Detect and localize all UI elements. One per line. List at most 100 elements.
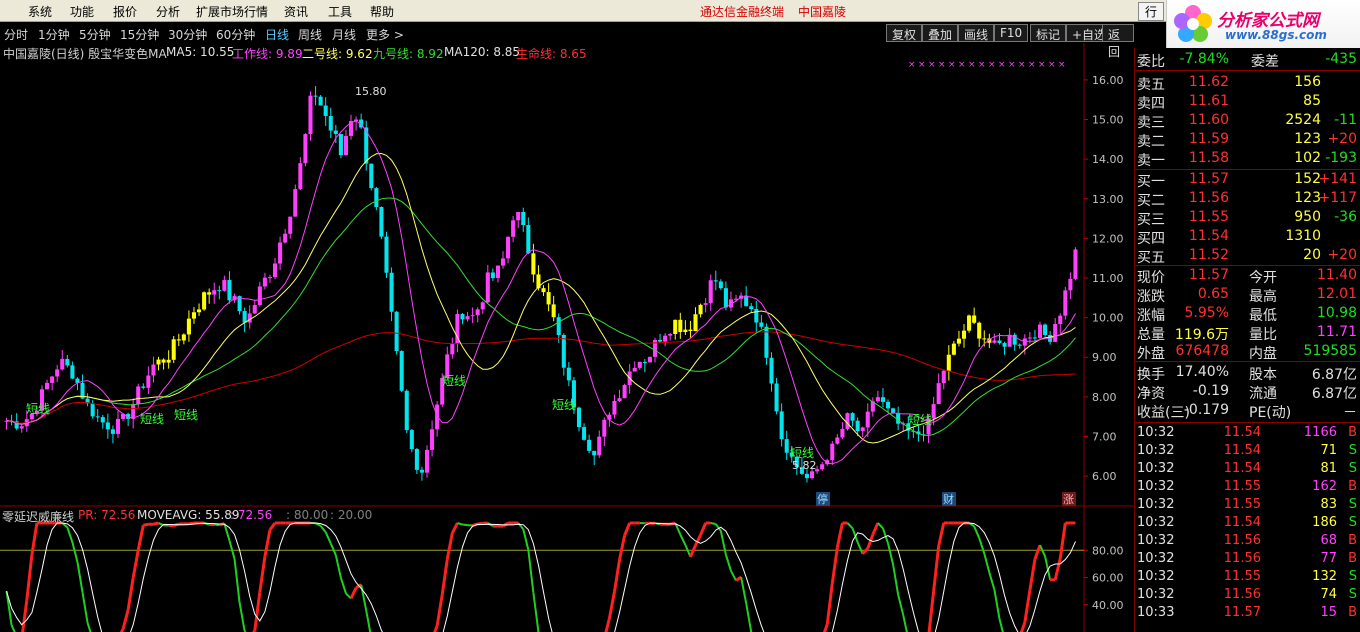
williams-segment xyxy=(1033,544,1042,560)
mark-button[interactable]: 标记 xyxy=(1030,24,1067,42)
menu-help[interactable]: 帮助 xyxy=(370,3,394,20)
f10-button[interactable]: F10 xyxy=(994,24,1029,42)
period-tab-intraday[interactable]: 分时 xyxy=(4,26,28,43)
tick-side: B xyxy=(1348,551,1357,566)
bid-label: 买五 xyxy=(1137,250,1165,266)
bid-price: 11.54 xyxy=(1188,228,1229,244)
menu-quote[interactable]: 报价 xyxy=(113,3,137,20)
williams-segment xyxy=(334,554,342,579)
williams-segment xyxy=(618,535,627,561)
ask-change: -11 xyxy=(1334,112,1357,128)
candle-body xyxy=(303,134,308,164)
stat-value: 11.40 xyxy=(1316,267,1357,283)
stat-value: 11.57 xyxy=(1188,267,1229,283)
candle-body xyxy=(982,338,987,340)
adjust-button[interactable]: 复权 xyxy=(886,24,923,42)
fund-row: 净资 -0.19 流通 6.87亿 xyxy=(1135,382,1360,402)
williams-segment xyxy=(856,541,864,555)
candle-body xyxy=(308,95,313,135)
short-line-label: 短线 xyxy=(552,398,576,412)
williams-segment xyxy=(268,522,277,531)
candle-body xyxy=(1032,337,1037,339)
period-tab-weekly[interactable]: 周线 xyxy=(298,26,322,43)
bid-change: +141 xyxy=(1318,171,1357,187)
williams-segment xyxy=(10,624,16,632)
period-tab-daily[interactable]: 日线 xyxy=(265,26,289,43)
bid-change: +117 xyxy=(1318,190,1357,206)
williams-segment xyxy=(126,577,135,611)
menu-extended-market[interactable]: 扩展市场行情 xyxy=(196,3,268,20)
tick-row: 10:32 11.55 162 B xyxy=(1135,478,1360,496)
tick-side: B xyxy=(1348,425,1357,440)
williams-segment xyxy=(445,532,454,560)
candle-body xyxy=(561,334,566,368)
candle-body xyxy=(19,426,24,429)
menu-analysis[interactable]: 分析 xyxy=(156,3,180,20)
candle-body xyxy=(161,359,166,363)
williams-segment xyxy=(228,540,236,560)
period-tab-monthly[interactable]: 月线 xyxy=(332,26,356,43)
tick-row: 10:32 11.56 77 B xyxy=(1135,550,1360,568)
period-tab-5min[interactable]: 5分钟 xyxy=(79,26,111,43)
candle-body xyxy=(992,340,997,343)
ask-label: 卖四 xyxy=(1137,96,1165,112)
stat-label: 涨跌 xyxy=(1137,289,1165,305)
candle-body xyxy=(389,272,394,312)
quote-button[interactable]: 行 xyxy=(1138,2,1164,21)
candle-body xyxy=(997,340,1002,344)
y-tick-label: 7.00 xyxy=(1092,430,1117,443)
tick-time: 10:32 xyxy=(1137,551,1175,566)
signal-marker: × xyxy=(948,60,956,70)
tick-time: 10:32 xyxy=(1137,497,1175,512)
quote-panel: 委比 -7.84% 委差 -435 卖五 11.62 156 卖四 11.61 85 卖三 11.60… xyxy=(1134,48,1360,632)
menu-system[interactable]: 系统 xyxy=(28,3,52,20)
candle-body xyxy=(394,311,399,352)
candle-body xyxy=(804,473,809,479)
period-tab-15min[interactable]: 15分钟 xyxy=(120,26,159,43)
williams-segment xyxy=(689,544,697,558)
candle-body xyxy=(156,359,161,365)
candle-body xyxy=(323,105,328,117)
period-tab-1min[interactable]: 1分钟 xyxy=(38,26,70,43)
candle-body xyxy=(617,398,622,401)
williams-segment xyxy=(339,577,347,594)
candle-body xyxy=(100,417,105,423)
candle-body xyxy=(141,386,146,388)
williams-segment xyxy=(143,522,149,527)
draw-line-button[interactable]: 画线 xyxy=(958,24,995,42)
back-button[interactable]: 返回 xyxy=(1102,24,1134,59)
period-tab-30min[interactable]: 30分钟 xyxy=(168,26,207,43)
candle-body xyxy=(592,450,597,456)
candle-body xyxy=(678,319,683,333)
menu-function[interactable]: 功能 xyxy=(70,3,94,20)
williams-segment xyxy=(136,524,145,551)
stock-name: 中国嘉陵 xyxy=(798,5,847,19)
signal-marker: × xyxy=(988,60,996,70)
ask-price: 11.62 xyxy=(1188,74,1229,90)
stat-row: 涨幅 5.95% 最低 10.98 xyxy=(1135,304,1360,324)
period-tab-more[interactable]: 更多 > xyxy=(366,26,404,43)
candle-body xyxy=(850,413,855,421)
candle-body xyxy=(885,401,891,409)
tick-side: S xyxy=(1348,587,1357,602)
fund-row: 收益(三) -0.179 PE(动) － xyxy=(1135,401,1360,421)
signal-marker: × xyxy=(1038,60,1046,70)
period-tab-60min[interactable]: 60分钟 xyxy=(216,26,255,43)
overlay-button[interactable]: 叠加 xyxy=(922,24,959,42)
candle-body xyxy=(1027,337,1032,339)
stat-value: 10.98 xyxy=(1316,305,1357,321)
menu-news[interactable]: 资讯 xyxy=(284,3,308,20)
ask-label: 卖三 xyxy=(1137,115,1165,131)
bid-volume: 950 xyxy=(1294,209,1321,225)
williams-segment xyxy=(887,543,895,565)
price-chart[interactable]: 6.00 7.00 8.00 9.00 10.00 11.00 12.00 13.00 14.0… xyxy=(0,43,1134,632)
tick-side: S xyxy=(1348,569,1357,584)
menu-tools[interactable]: 工具 xyxy=(328,3,352,20)
candle-body xyxy=(384,236,389,273)
williams-segment xyxy=(435,594,444,627)
signal-marker: × xyxy=(908,60,916,70)
candle-body xyxy=(404,390,409,431)
stat-label: 涨幅 xyxy=(1137,308,1165,324)
williams-segment xyxy=(121,609,130,630)
candle-body xyxy=(759,322,764,327)
